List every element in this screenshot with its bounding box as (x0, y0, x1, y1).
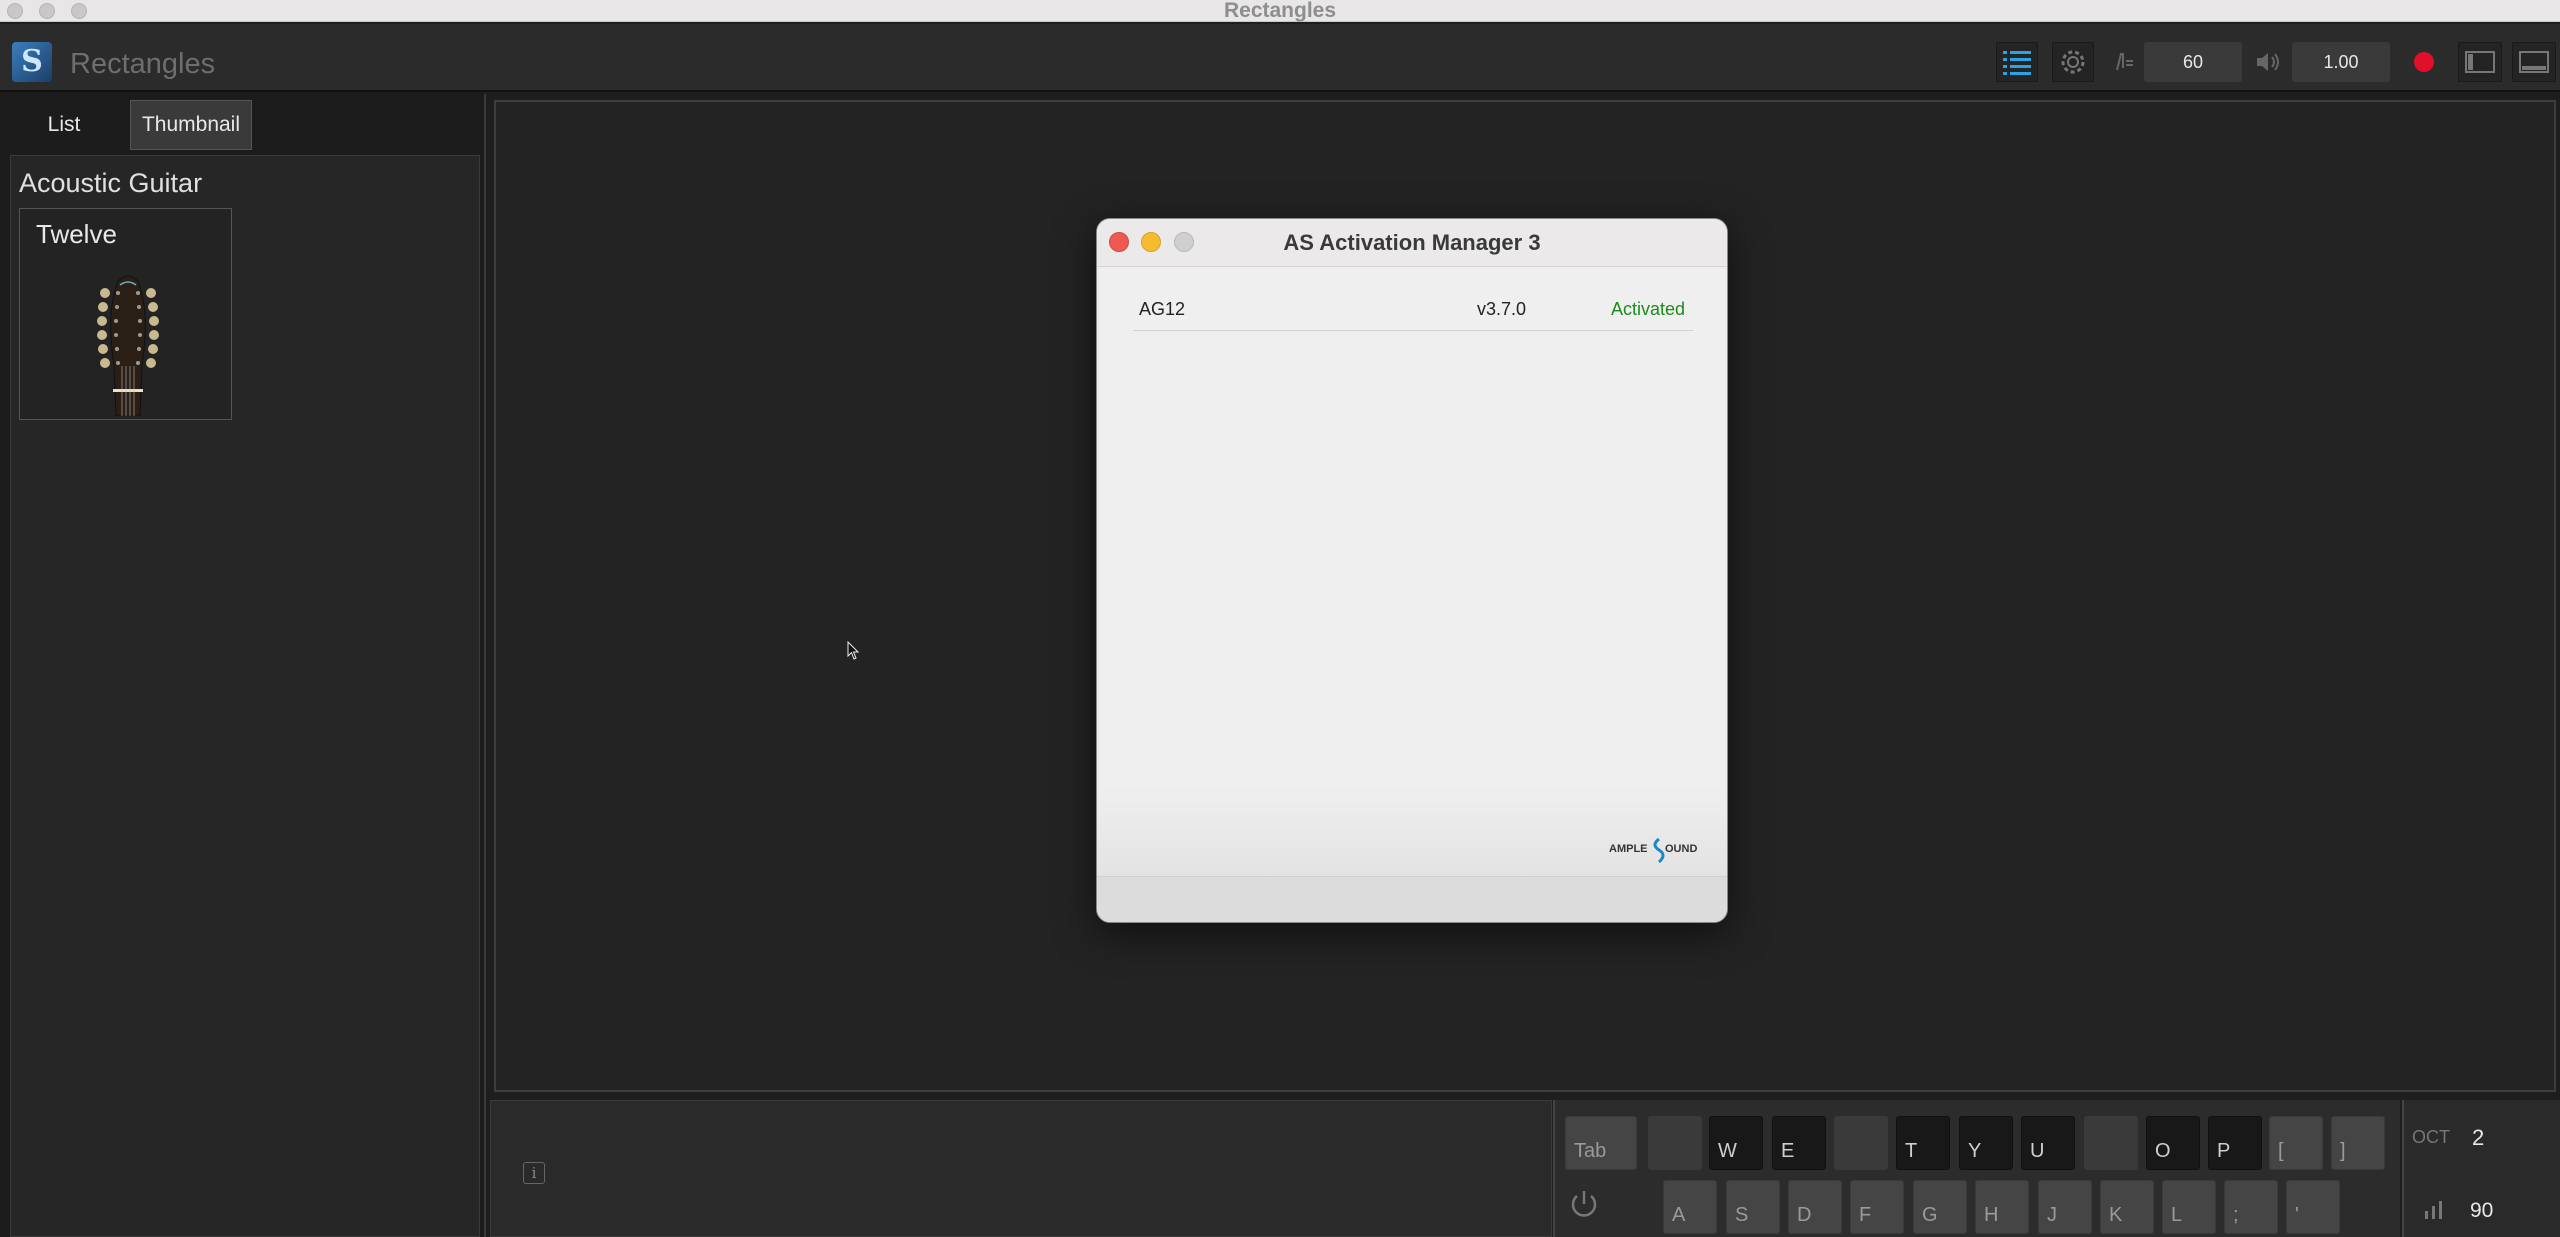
metronome-icon (2106, 42, 2140, 82)
key[interactable]: H (1975, 1180, 2029, 1234)
product-status: Activated (1610, 299, 1685, 319)
key[interactable]: Tab (1565, 1116, 1637, 1170)
app-name: Rectangles (70, 48, 216, 80)
dialog-title: AS Activation Manager 3 (1283, 230, 1541, 255)
window-title: Rectangles (1223, 0, 1337, 22)
guitar-headstock-image (97, 275, 159, 416)
toggle-bottom-panel-button[interactable] (2512, 42, 2556, 82)
dialog-footer (1097, 876, 1727, 922)
key[interactable]: S (1726, 1180, 1780, 1234)
app-logo-icon: S (12, 42, 52, 82)
list-view-button[interactable] (1996, 42, 2038, 82)
power-icon[interactable] (1567, 1187, 1601, 1221)
product-version: v3.7.0 (1477, 299, 1527, 319)
svg-text:AMPLE: AMPLE (1609, 843, 1648, 855)
toggle-left-panel-button[interactable] (2458, 42, 2502, 82)
dialog-titlebar: AS Activation Manager 3 (1097, 219, 1727, 267)
instrument-name: Twelve (36, 219, 117, 249)
key[interactable]: Y (1959, 1116, 2013, 1170)
record-button[interactable] (2402, 42, 2446, 82)
sidebar-icon (2465, 51, 2495, 73)
key[interactable]: ' (2286, 1180, 2340, 1234)
key[interactable] (1648, 1116, 1702, 1170)
key[interactable]: J (2038, 1180, 2092, 1234)
tab-list[interactable]: List (0, 100, 128, 150)
product-name: AG12 (1139, 299, 1186, 319)
key[interactable]: F (1850, 1180, 1904, 1234)
settings-button[interactable] (2052, 42, 2094, 82)
key[interactable] (2084, 1116, 2138, 1170)
key[interactable]: W (1709, 1116, 1763, 1170)
os-titlebar: Rectangles (0, 0, 2560, 22)
key[interactable]: G (1913, 1180, 1967, 1234)
key[interactable]: ] (2331, 1116, 2385, 1170)
svg-text:OUND: OUND (1665, 843, 1697, 855)
tempo-field[interactable]: 60 (2144, 42, 2242, 82)
key[interactable]: A (1663, 1180, 1717, 1234)
tab-thumbnail[interactable]: Thumbnail (130, 100, 252, 150)
bottom-panel (490, 1100, 1552, 1237)
instrument-thumbnail[interactable]: Twelve (19, 208, 232, 420)
volume-icon (2252, 42, 2286, 82)
key[interactable] (1834, 1116, 1888, 1170)
oct-value[interactable]: 2 (2472, 1125, 2484, 1151)
key[interactable]: P (2208, 1116, 2262, 1170)
key[interactable]: O (2146, 1116, 2200, 1170)
bottom-panel-icon (2519, 51, 2549, 73)
volume-field[interactable]: 1.00 (2292, 42, 2390, 82)
mouse-cursor-icon (847, 641, 860, 660)
key[interactable]: [ (2269, 1116, 2323, 1170)
key[interactable]: L (2162, 1180, 2216, 1234)
velocity-value[interactable]: 90 (2470, 1199, 2493, 1223)
key[interactable]: U (2021, 1116, 2075, 1170)
velocity-icon (2425, 1201, 2442, 1219)
info-icon[interactable]: i (523, 1162, 545, 1184)
key[interactable]: E (1772, 1116, 1826, 1170)
ample-sound-logo: AMPLE OUND (1609, 837, 1697, 864)
app-toolbar: S Rectangles 60 1.00 (0, 24, 2560, 92)
key[interactable]: T (1896, 1116, 1950, 1170)
key[interactable]: D (1788, 1180, 1842, 1234)
key[interactable]: K (2100, 1180, 2154, 1234)
category-title: Acoustic Guitar (19, 168, 203, 198)
product-row[interactable]: AG12 v3.7.0 Activated (1133, 287, 1693, 331)
record-icon (2414, 52, 2434, 72)
activation-manager-dialog: AS Activation Manager 3 AG12 v3.7.0 Acti… (1096, 218, 1728, 923)
key[interactable]: ; (2224, 1180, 2278, 1234)
list-icon (2003, 51, 2031, 75)
gear-icon (2061, 50, 2085, 74)
oct-label: OCT (2412, 1127, 2450, 1147)
